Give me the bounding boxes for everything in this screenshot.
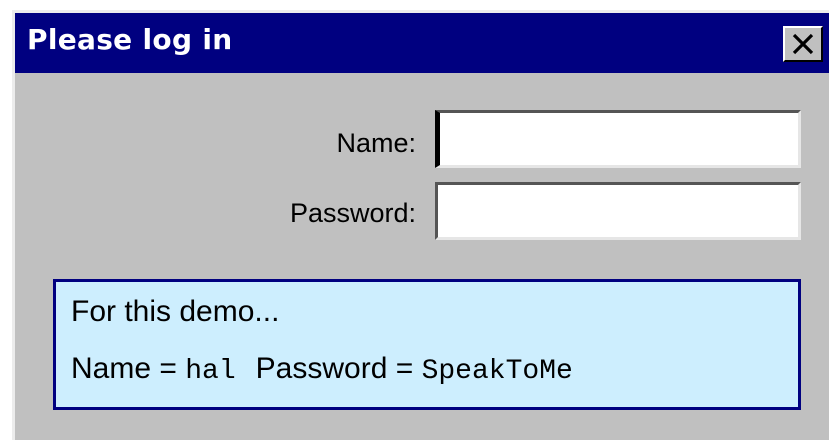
demo-name-prefix: Name = xyxy=(71,352,177,385)
password-input[interactable] xyxy=(435,182,801,240)
password-label: Password: xyxy=(289,198,416,228)
dialog-title: Please log in xyxy=(27,23,233,56)
demo-hint-box: For this demo... Name = hal Password = Sp… xyxy=(53,279,801,410)
close-icon xyxy=(792,33,814,55)
name-label: Name: xyxy=(336,128,416,158)
dialog-titlebar: Please log in xyxy=(15,13,829,73)
close-button[interactable] xyxy=(783,26,823,62)
login-dialog: Please log in Name: Password: For this d… xyxy=(12,10,829,440)
demo-hint-credentials: Name = hal Password = SpeakToMe xyxy=(71,352,573,387)
name-input[interactable] xyxy=(435,110,801,168)
demo-password-prefix: Password = xyxy=(255,352,414,385)
demo-password-value: SpeakToMe xyxy=(421,356,573,387)
demo-name-value: hal xyxy=(185,356,236,387)
demo-hint-heading: For this demo... xyxy=(71,295,280,328)
